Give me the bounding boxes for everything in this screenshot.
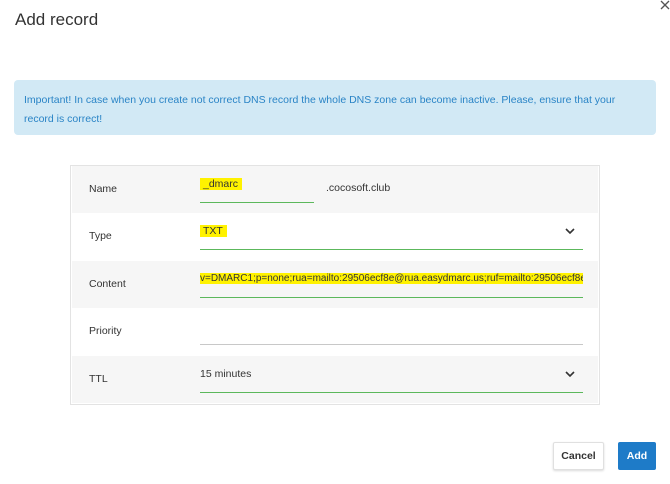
- warning-alert: Important! In case when you create not c…: [14, 80, 656, 135]
- name-row: Name _dmarc .cocosoft.club: [72, 166, 598, 213]
- add-button[interactable]: Add: [618, 442, 656, 470]
- domain-suffix: .cocosoft.club: [326, 182, 391, 194]
- content-value-wrap: v=DMARC1;p=none;rua=mailto:29506ecf8e@ru…: [200, 273, 583, 284]
- name-input[interactable]: _dmarc: [200, 166, 314, 203]
- type-row: Type TXT: [72, 213, 598, 260]
- priority-input[interactable]: [200, 308, 583, 345]
- warning-alert-text: Important! In case when you create not c…: [24, 94, 616, 125]
- name-value-wrap: _dmarc: [200, 178, 243, 190]
- name-label: Name: [89, 183, 118, 195]
- content-row: Content v=DMARC1;p=none;rua=mailto:29506…: [72, 261, 598, 308]
- chevron-down-icon[interactable]: [565, 227, 575, 235]
- dialog-title: Add record: [15, 10, 99, 29]
- ttl-label: TTL: [89, 373, 108, 385]
- type-value-wrap: TXT: [200, 225, 227, 237]
- cancel-button[interactable]: Cancel: [553, 442, 604, 470]
- content-input[interactable]: v=DMARC1;p=none;rua=mailto:29506ecf8e@ru…: [200, 261, 583, 298]
- type-value: TXT: [200, 225, 227, 237]
- ttl-value: 15 minutes: [200, 368, 252, 380]
- content-label: Content: [89, 278, 126, 290]
- type-label: Type: [89, 230, 112, 242]
- priority-label: Priority: [89, 325, 122, 337]
- type-select[interactable]: TXT: [200, 213, 583, 250]
- name-value: _dmarc: [200, 178, 243, 190]
- priority-row: Priority: [72, 308, 598, 355]
- chevron-down-icon[interactable]: [565, 370, 575, 378]
- ttl-select[interactable]: 15 minutes: [200, 356, 583, 393]
- ttl-row: TTL 15 minutes: [72, 356, 598, 403]
- close-icon[interactable]: [659, 0, 670, 11]
- record-form: Name _dmarc .cocosoft.club Type TXT Cont…: [70, 165, 600, 405]
- content-value: v=DMARC1;p=none;rua=mailto:29506ecf8e@ru…: [200, 273, 583, 284]
